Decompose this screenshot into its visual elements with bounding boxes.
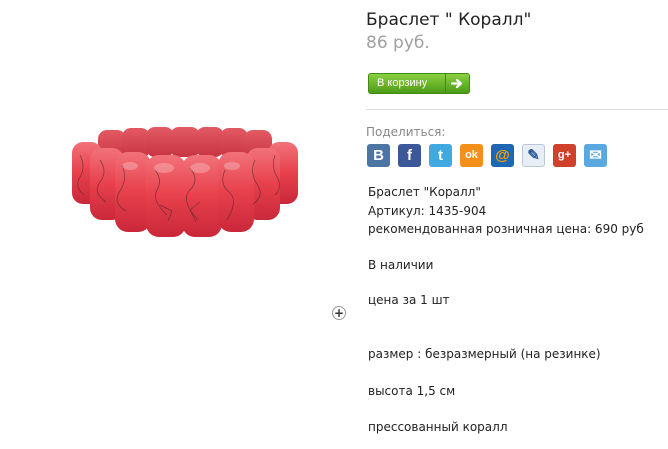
description-availability: В наличии (368, 258, 434, 272)
product-price: 86 руб. (366, 33, 430, 53)
vkontakte-icon[interactable]: B (367, 144, 390, 167)
share-label: Поделиться: (366, 125, 446, 139)
googleplus-icon[interactable]: g+ (553, 144, 576, 167)
description-recommended-price: рекомендованная розничная цена: 690 руб (368, 222, 644, 236)
description-material: прессованный коралл (368, 420, 508, 434)
divider (366, 109, 668, 110)
mailru-icon[interactable]: @ (491, 144, 514, 167)
description-height: высота 1,5 см (368, 384, 456, 398)
zoom-button[interactable]: + (332, 306, 346, 320)
arrow-right-icon (445, 74, 469, 93)
add-to-cart-label: В корзину (377, 77, 428, 89)
email-icon[interactable]: ✉ (584, 144, 607, 167)
description-article: Артикул: 1435-904 (368, 204, 487, 218)
zoom-plus-icon: + (333, 306, 345, 320)
description-name: Браслет "Коралл" (368, 185, 481, 199)
livejournal-icon[interactable]: ✎ (522, 144, 545, 167)
description-size: размер : безразмерный (на резинке) (368, 347, 601, 361)
facebook-icon[interactable]: f (398, 144, 421, 167)
odnoklassniki-icon[interactable]: ok (460, 144, 483, 167)
add-to-cart-button[interactable]: В корзину (368, 73, 470, 94)
product-title: Браслет " Коралл" (366, 10, 532, 30)
description-price-per: цена за 1 шт (368, 293, 450, 307)
coral-bracelet-image (72, 127, 298, 237)
product-image[interactable] (60, 110, 310, 260)
twitter-icon[interactable]: t (429, 144, 452, 167)
